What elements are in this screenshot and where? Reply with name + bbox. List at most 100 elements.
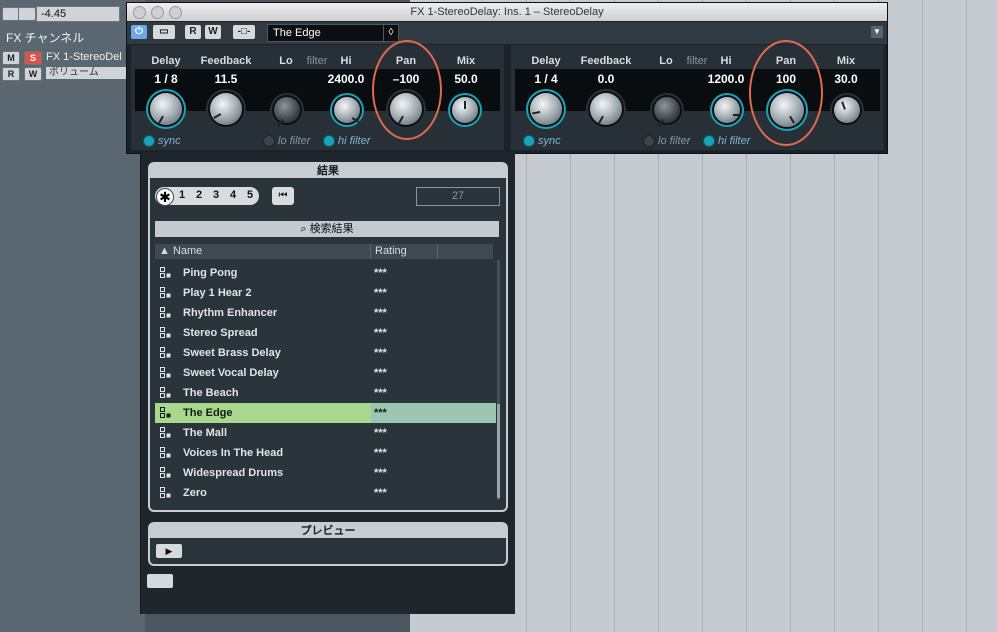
chevron-down-icon[interactable]: ▼ [871,26,883,38]
delay1-hi-knob[interactable] [334,97,360,123]
delay2-lo-filter-switch[interactable]: lo filter [643,135,690,149]
list-item[interactable]: Sweet Brass Delay *** [155,343,493,363]
rating-filter-5[interactable]: 5 [247,189,253,201]
fx-channel-label[interactable]: FX チャンネル [6,29,84,46]
preset-icon [160,307,171,318]
scrollbar-thumb[interactable] [497,404,500,498]
layout-toggle-icon[interactable] [147,574,173,588]
delay1-hi-filter-label: hi filter [338,135,371,147]
star-icon[interactable]: ✱ [156,188,174,206]
delay1-delay-value[interactable]: 1 / 8 [136,72,196,86]
automation-parameter-field[interactable]: ボリューム [46,67,129,79]
delay1-hi-value[interactable]: 2400.0 [316,72,376,86]
window-titlebar[interactable]: FX 1-StereoDelay: Ins. 1 – StereoDelay [127,3,887,21]
list-item[interactable]: Sweet Vocal Delay *** [155,363,493,383]
delay1-sync-switch[interactable]: sync [143,135,181,149]
list-item-selected[interactable]: The Edge *** [155,403,496,423]
list-item[interactable]: Rhythm Enhancer *** [155,303,493,323]
inspector-solo-button[interactable] [18,7,36,21]
delay2-delay-value[interactable]: 1 / 4 [516,72,576,86]
delay2-feedback-value[interactable]: 0.0 [576,72,636,86]
delay2-hi-filter-switch[interactable]: hi filter [703,135,750,149]
search-icon: ⌕ [300,223,307,235]
lo-filter-icon [643,135,655,148]
delay1-mix-knob[interactable] [452,97,478,123]
preset-icon [160,327,171,338]
delay1-lo-knob[interactable] [274,97,300,127]
preset-name: Sweet Vocal Delay [183,367,279,379]
power-icon[interactable]: ⏻ [131,25,147,39]
read-automation-button[interactable]: R [2,67,20,81]
preset-rating: *** [371,403,496,423]
search-results-label: 検索結果 [309,223,354,235]
delay2-feedback-label: Feedback [580,55,632,67]
delay2-mix-knob[interactable] [834,97,860,123]
bypass-icon[interactable]: ▭ [153,25,175,39]
grid-line [966,0,967,632]
delay1-feedback-knob[interactable] [210,93,242,125]
name-column-header[interactable]: ▲ Name [155,244,371,259]
mute-button[interactable]: M [2,51,20,65]
delay2-hi-value[interactable]: 1200.0 [696,72,756,86]
delay2-feedback-knob[interactable] [590,93,622,125]
preset-icon [160,407,171,418]
ab-compare-icon[interactable]: -□- [233,25,255,39]
preset-name: Ping Pong [183,267,238,279]
volume-value-field[interactable]: -4.45 [36,6,120,22]
rating-filter-4[interactable]: 4 [230,189,236,201]
preset-rating: *** [374,287,387,299]
list-item[interactable]: The Beach *** [155,383,493,403]
rewind-icon[interactable]: ⏮ [272,187,294,205]
delay2-sync-label: sync [538,135,561,147]
write-automation-button[interactable]: W [24,67,42,81]
list-item[interactable]: Zero *** [155,483,493,503]
rating-filter-3[interactable]: 3 [213,189,219,201]
rating-filter-1[interactable]: 1 [179,189,185,201]
inspector-panel: -4.45 FX チャンネル M S FX 1-StereoDel R W ボリ… [0,0,145,632]
sort-up-icon: ▲ [159,245,170,257]
preset-name: Rhythm Enhancer [183,307,278,319]
delay1-hi-label: Hi [340,55,352,67]
search-results-bar[interactable]: ⌕ 検索結果 [155,221,499,237]
delay1-sync-label: sync [158,135,181,147]
delay1-feedback-value[interactable]: 11.5 [196,72,256,86]
solo-button[interactable]: S [24,51,42,65]
delay2-sync-switch[interactable]: sync [523,135,561,149]
write-button[interactable]: W [205,25,221,39]
delay1-mix-value[interactable]: 50.0 [436,72,496,86]
close-window-icon[interactable] [133,6,146,19]
rating-filter[interactable]: ✱ 1 2 3 4 5 [155,187,259,206]
track-name[interactable]: FX 1-StereoDel [46,51,122,63]
name-column-label: Name [172,245,203,257]
list-item[interactable]: Ping Pong *** [155,263,493,283]
preset-menu-icon[interactable]: ◊ [383,24,399,42]
list-item[interactable]: Stereo Spread *** [155,323,493,343]
list-item[interactable]: The Mall *** [155,423,493,443]
rating-filter-2[interactable]: 2 [196,189,202,201]
delay2-mix-label: Mix [836,55,856,67]
preset-icon [160,487,171,498]
preset-icon [160,367,171,378]
rating-column-header[interactable]: Rating [371,244,438,259]
results-title: 結果 [150,164,506,178]
delay2-lo-knob[interactable] [654,97,680,127]
minimize-window-icon[interactable] [151,6,164,19]
list-item[interactable]: Play 1 Hear 2 *** [155,283,493,303]
delay1-lo-filter-switch[interactable]: lo filter [263,135,310,149]
delay1-delay-knob[interactable] [150,93,182,125]
delay2-hi-knob[interactable] [714,97,741,123]
zoom-window-icon[interactable] [169,6,182,19]
preset-icon [160,467,171,478]
delay1-mix-label: Mix [456,55,476,67]
delay2-mix-value[interactable]: 30.0 [816,72,876,86]
results-panel: 結果 ✱ 1 2 3 4 5 ⏮ 27 ⌕ 検索結果 ▲ Name Rating… [148,162,508,512]
read-button[interactable]: R [185,25,201,39]
plugin-window: FX 1-StereoDelay: Ins. 1 – StereoDelay ⏻… [126,2,888,154]
delay2-delay-knob[interactable] [530,93,562,125]
preview-play-icon[interactable]: ▶ [156,544,182,558]
lo-filter-icon [263,135,275,148]
delay1-hi-filter-switch[interactable]: hi filter [323,135,370,149]
list-item[interactable]: Voices In The Head *** [155,443,493,463]
list-item[interactable]: Widespread Drums *** [155,463,493,483]
preset-name-field[interactable]: The Edge [267,24,388,42]
